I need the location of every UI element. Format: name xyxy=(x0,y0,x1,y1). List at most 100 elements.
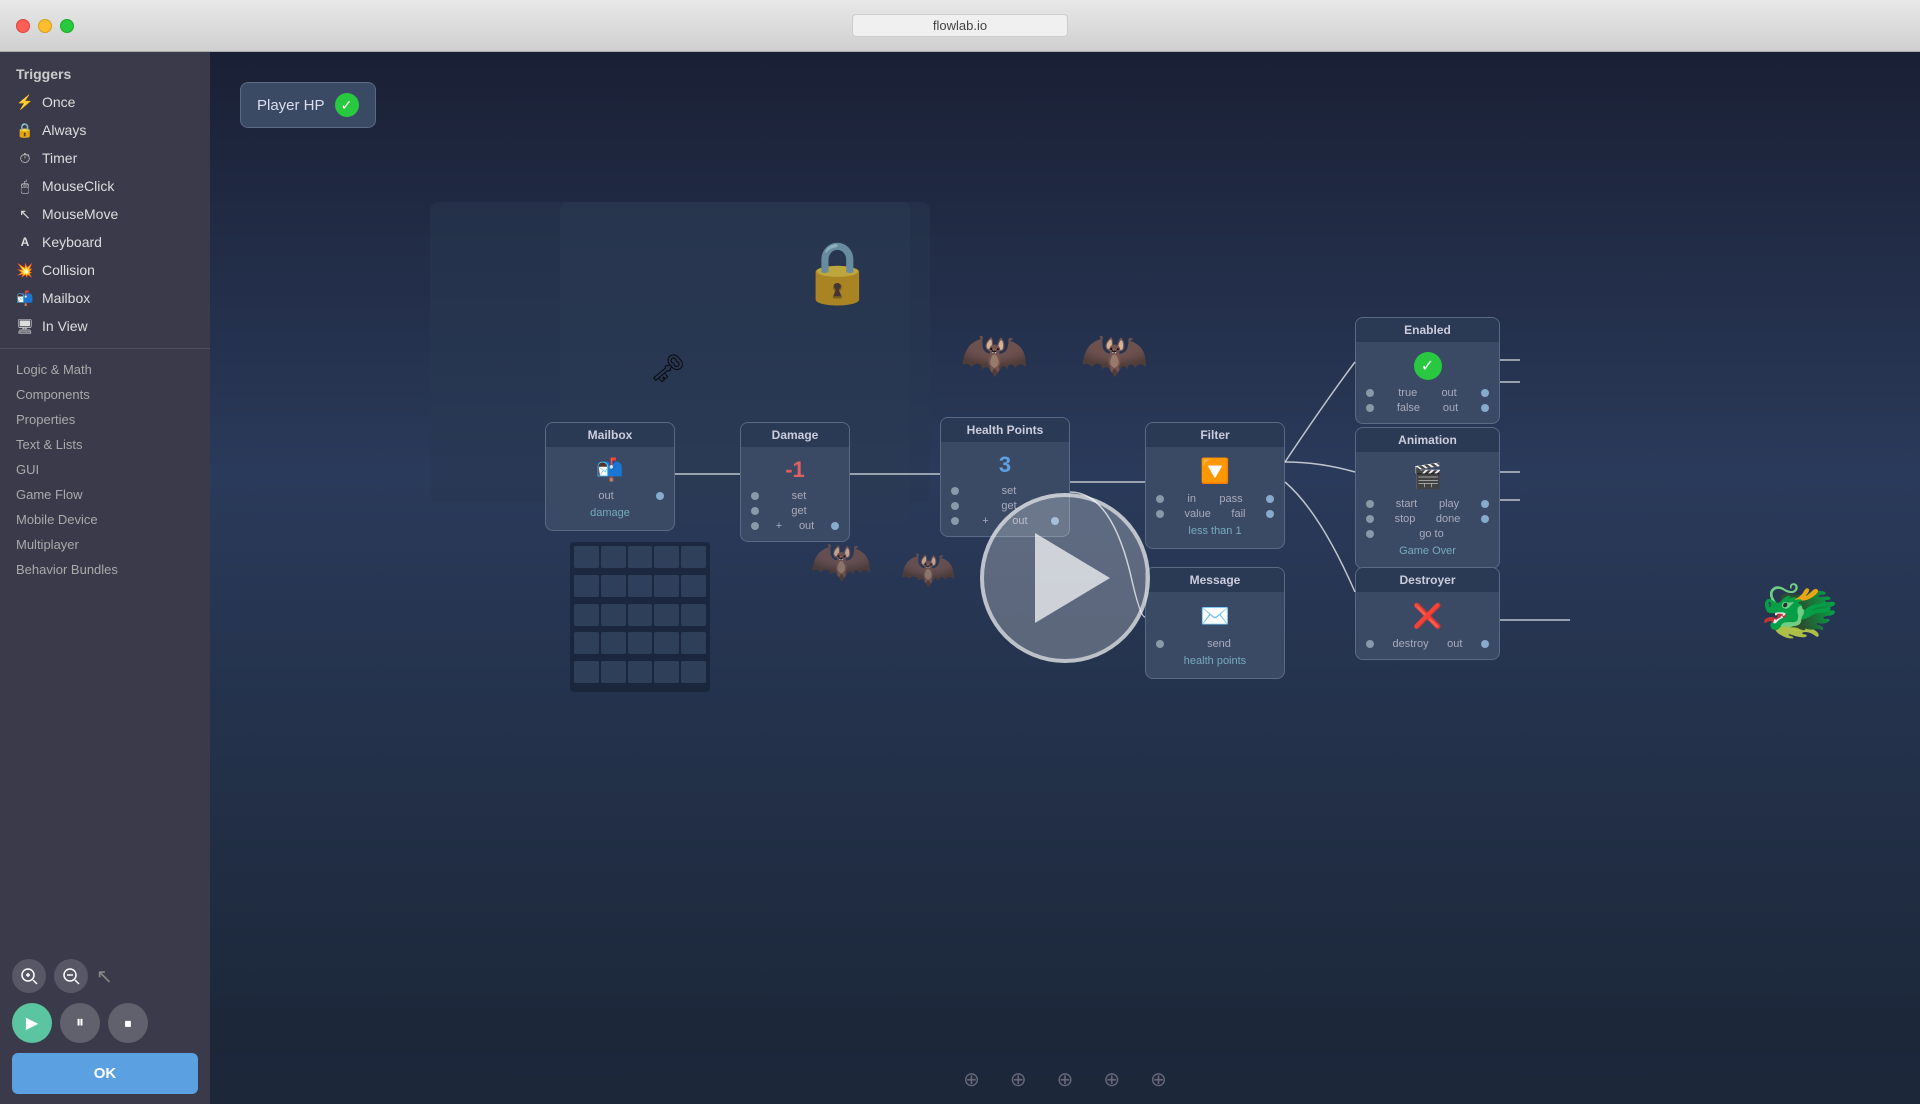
animation-play-label: play xyxy=(1439,498,1459,510)
node-destroyer[interactable]: Destroyer ❌ destroy out xyxy=(1355,567,1500,660)
sidebar-item-gui[interactable]: GUI xyxy=(0,457,210,482)
sidebar-item-inview[interactable]: 🖥 In View xyxy=(0,312,210,340)
sidebar-item-properties[interactable]: Properties xyxy=(0,407,210,432)
filter-pass-port[interactable] xyxy=(1266,495,1274,503)
node-enabled[interactable]: Enabled ✓ true out false out xyxy=(1355,317,1500,424)
damage-plus-label: + xyxy=(776,520,782,532)
destroyer-out-port[interactable] xyxy=(1481,640,1489,648)
toolbar-icon-1[interactable]: ⊕ xyxy=(963,1067,980,1092)
sidebar-item-timer[interactable]: ⏱ Timer xyxy=(0,144,210,172)
sidebar-item-gameflow[interactable]: Game Flow xyxy=(0,482,210,507)
sidebar-item-once[interactable]: ⚡ Once xyxy=(0,88,210,116)
pause-button[interactable]: ⏸ xyxy=(60,1003,100,1043)
toolbar-icon-4[interactable]: ⊕ xyxy=(1103,1067,1120,1092)
toolbar-icon-3[interactable]: ⊕ xyxy=(1057,1067,1074,1092)
lock-icon: 🔒 xyxy=(800,237,875,308)
zoom-in-icon xyxy=(20,967,38,985)
damage-get-label: get xyxy=(791,505,806,517)
play-overlay-button[interactable] xyxy=(980,493,1150,663)
message-send-label: send xyxy=(1207,638,1231,650)
animation-start-port[interactable] xyxy=(1366,500,1374,508)
timer-icon: ⏱ xyxy=(16,149,34,167)
sidebar-item-components[interactable]: Components xyxy=(0,382,210,407)
animation-done-label: done xyxy=(1436,513,1460,525)
toolbar-icon-2[interactable]: ⊕ xyxy=(1010,1067,1027,1092)
enabled-false-out-port[interactable] xyxy=(1481,404,1489,412)
sidebar-item-bundles[interactable]: Behavior Bundles xyxy=(0,557,210,582)
pause-icon: ⏸ xyxy=(76,1014,84,1032)
titlebar: flowlab.io xyxy=(0,0,1920,52)
filter-pass-label: pass xyxy=(1219,493,1242,505)
message-send-port[interactable] xyxy=(1156,640,1164,648)
sidebar-item-mailbox-label: Mailbox xyxy=(42,290,90,306)
sidebar-item-multiplayer[interactable]: Multiplayer xyxy=(0,532,210,557)
node-mailbox[interactable]: Mailbox 📬 out damage xyxy=(545,422,675,531)
damage-value: -1 xyxy=(751,453,839,487)
damage-set-port[interactable] xyxy=(751,492,759,500)
damage-out-label: out xyxy=(799,520,814,532)
sidebar-item-logic[interactable]: Logic & Math xyxy=(0,357,210,382)
ok-button[interactable]: OK xyxy=(12,1053,198,1094)
filter-in-port[interactable] xyxy=(1156,495,1164,503)
enabled-true-out-port[interactable] xyxy=(1481,389,1489,397)
damage-get-port[interactable] xyxy=(751,507,759,515)
hp-set-port[interactable] xyxy=(951,487,959,495)
animation-goto-label: go to xyxy=(1419,528,1443,540)
sidebar-item-text[interactable]: Text & Lists xyxy=(0,432,210,457)
maximize-button[interactable] xyxy=(60,19,74,33)
always-icon: 🔒 xyxy=(16,121,34,139)
destroyer-node-title: Destroyer xyxy=(1356,568,1499,592)
enabled-true-port[interactable] xyxy=(1366,389,1374,397)
animation-node-body: 🎬 start play stop done go to xyxy=(1356,452,1499,568)
sidebar-item-mouseclick[interactable]: 🖱 MouseClick xyxy=(0,172,210,200)
bottom-toolbar: ⊕ ⊕ ⊕ ⊕ ⊕ xyxy=(210,1054,1920,1104)
enabled-node-body: ✓ true out false out xyxy=(1356,342,1499,423)
zoom-in-button[interactable] xyxy=(12,959,46,993)
destroyer-destroy-port[interactable] xyxy=(1366,640,1374,648)
sidebar-item-mousemove[interactable]: ↖ MouseMove xyxy=(0,200,210,228)
sidebar: Triggers ⚡ Once 🔒 Always ⏱ Timer 🖱 Mouse… xyxy=(0,52,210,1104)
animation-node-title: Animation xyxy=(1356,428,1499,452)
filter-value-port[interactable] xyxy=(1156,510,1164,518)
node-message[interactable]: Message ✉️ send health points xyxy=(1145,567,1285,679)
node-damage[interactable]: Damage -1 set get + out xyxy=(740,422,850,542)
enabled-check: ✓ xyxy=(335,93,359,117)
zoom-out-button[interactable] xyxy=(54,959,88,993)
filter-in-label: in xyxy=(1187,493,1196,505)
stop-icon: ⏹ xyxy=(125,1015,132,1032)
sidebar-item-collision[interactable]: 💥 Collision xyxy=(0,256,210,284)
close-button[interactable] xyxy=(16,19,30,33)
enabled-false-port[interactable] xyxy=(1366,404,1374,412)
sidebar-item-always-label: Always xyxy=(42,122,86,138)
animation-goto-port[interactable] xyxy=(1366,530,1374,538)
animation-done-port[interactable] xyxy=(1481,515,1489,523)
damage-plus-port[interactable] xyxy=(751,522,759,530)
play-button[interactable]: ▶ xyxy=(12,1003,52,1043)
hp-set-label: set xyxy=(1002,485,1017,497)
filter-fail-port[interactable] xyxy=(1266,510,1274,518)
message-send-row: send xyxy=(1156,638,1274,650)
hp-plus-port[interactable] xyxy=(951,517,959,525)
hp-get-port[interactable] xyxy=(951,502,959,510)
stop-button[interactable]: ⏹ xyxy=(108,1003,148,1043)
filter-icon: 🔽 xyxy=(1156,453,1274,490)
mailbox-out-port[interactable] xyxy=(656,492,664,500)
node-animation[interactable]: Animation 🎬 start play stop done g xyxy=(1355,427,1500,569)
toolbar-icon-5[interactable]: ⊕ xyxy=(1150,1067,1167,1092)
animation-stop-port[interactable] xyxy=(1366,515,1374,523)
filter-fail-label: fail xyxy=(1231,508,1245,520)
canvas-area[interactable]: 🔒 🗝 🦇 🦇 🦇 🦇 🐲 // Rendered inline below P… xyxy=(210,52,1920,1104)
node-filter[interactable]: Filter 🔽 in pass value fail less than 1 xyxy=(1145,422,1285,549)
grid-platform: // Rendered inline below xyxy=(570,542,710,692)
mousemove-icon: ↖ xyxy=(16,205,34,223)
mailbox-node-icon: 📬 xyxy=(556,453,664,487)
sidebar-item-mailbox[interactable]: 📬 Mailbox xyxy=(0,284,210,312)
minimize-button[interactable] xyxy=(38,19,52,33)
damage-out-port[interactable] xyxy=(831,522,839,530)
animation-play-port[interactable] xyxy=(1481,500,1489,508)
sidebar-item-keyboard[interactable]: A Keyboard xyxy=(0,228,210,256)
player-hp-label: Player HP xyxy=(257,97,325,114)
sidebar-item-once-label: Once xyxy=(42,94,75,110)
sidebar-item-mobile[interactable]: Mobile Device xyxy=(0,507,210,532)
sidebar-item-always[interactable]: 🔒 Always xyxy=(0,116,210,144)
